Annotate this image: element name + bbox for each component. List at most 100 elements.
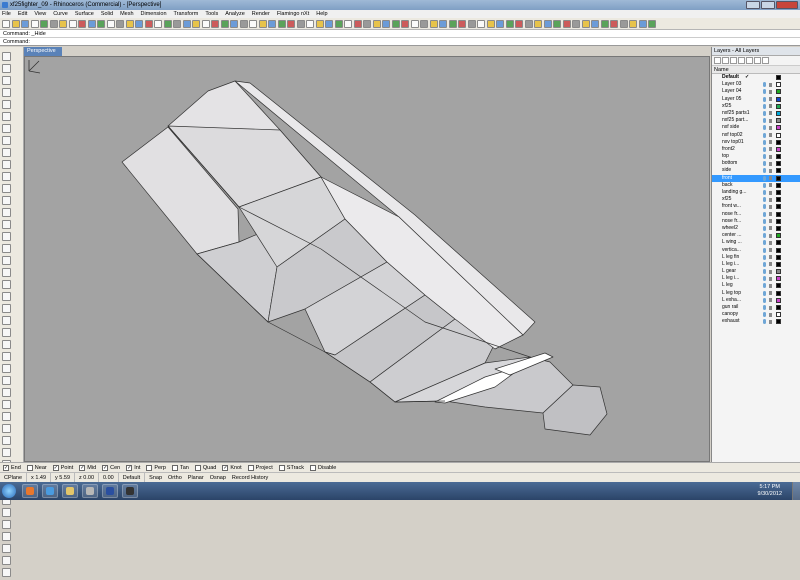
layer-color-swatch[interactable] — [776, 190, 781, 195]
status-toggle-record-history[interactable]: Record History — [232, 473, 268, 483]
layer-visibility-icon[interactable] — [763, 297, 766, 303]
layer-row[interactable]: xf25 — [712, 196, 800, 203]
toolbar-button-3[interactable] — [30, 19, 39, 28]
left-tool-button-23[interactable] — [2, 328, 11, 337]
toolbar-button-37[interactable] — [353, 19, 362, 28]
layer-visibility-icon[interactable] — [763, 110, 766, 116]
layer-lock-icon[interactable] — [769, 233, 772, 238]
toolbar-button-9[interactable] — [87, 19, 96, 28]
osnap-point[interactable]: ✓ Point — [52, 464, 73, 471]
layer-color-swatch[interactable] — [776, 319, 781, 325]
menu-item-render[interactable]: Render — [252, 11, 270, 17]
layer-lock-icon[interactable] — [769, 147, 772, 152]
layer-row[interactable]: exhaust — [712, 318, 800, 325]
toolbar-button-23[interactable] — [220, 19, 229, 28]
left-tool-button-8[interactable] — [2, 148, 11, 157]
current-layer[interactable]: Default — [119, 472, 146, 483]
viewport-tab[interactable]: Perspective — [24, 47, 62, 56]
layer-row[interactable]: L wing ... — [712, 239, 800, 246]
osnap-quad[interactable]: Quad — [194, 464, 216, 471]
layer-lock-icon[interactable] — [769, 97, 772, 102]
layer-row[interactable]: nxf25 part... — [712, 117, 800, 124]
left-tool-button-10[interactable] — [2, 172, 11, 181]
toolbar-button-56[interactable] — [534, 19, 542, 28]
layer-row[interactable]: Layer 04 — [712, 88, 800, 95]
toolbar-button-10[interactable] — [97, 19, 105, 28]
toolbar-button-48[interactable] — [458, 19, 466, 28]
left-tool-button-42[interactable] — [2, 556, 11, 565]
status-toggle-planar[interactable]: Planar — [188, 473, 204, 483]
toolbar-button-25[interactable] — [239, 19, 248, 28]
layer-lock-icon[interactable] — [769, 190, 772, 195]
layer-lock-icon[interactable] — [769, 248, 772, 252]
left-tool-button-4[interactable] — [2, 100, 11, 109]
start-orb-icon[interactable] — [2, 484, 16, 498]
layer-row[interactable]: L leg i... — [712, 275, 800, 282]
osnap-perp[interactable]: Perp — [146, 464, 166, 471]
layer-lock-icon[interactable] — [769, 125, 772, 130]
osnap-cen[interactable]: ✓ Cen — [102, 464, 120, 471]
menu-item-flamingo-nxt[interactable]: Flamingo nXt — [277, 11, 309, 17]
layer-row[interactable]: Layer 03 — [712, 81, 800, 88]
layer-visibility-icon[interactable] — [763, 269, 766, 275]
layer-lock-icon[interactable] — [769, 140, 772, 145]
toolbar-button-68[interactable] — [648, 19, 656, 28]
toolbar-button-63[interactable] — [600, 19, 609, 28]
toolbar-button-32[interactable] — [306, 19, 314, 28]
layer-lock-icon[interactable] — [769, 89, 772, 94]
layer-color-swatch[interactable] — [776, 175, 781, 181]
toolbar-button-42[interactable] — [401, 19, 409, 28]
left-tool-button-0[interactable] — [2, 52, 11, 61]
layer-row[interactable]: Layer 05 — [712, 96, 800, 103]
left-tool-button-30[interactable] — [2, 412, 11, 421]
left-tool-button-2[interactable] — [2, 76, 11, 85]
layer-visibility-icon[interactable] — [763, 89, 766, 95]
left-tool-button-17[interactable] — [2, 256, 11, 265]
left-tool-button-15[interactable] — [2, 232, 11, 241]
toolbar-button-26[interactable] — [249, 19, 257, 28]
layer-color-swatch[interactable] — [776, 269, 781, 275]
layer-lock-icon[interactable] — [769, 283, 772, 288]
osnap-checkbox[interactable] — [278, 464, 285, 471]
perspective-viewport[interactable] — [24, 56, 710, 462]
layer-visibility-icon[interactable] — [763, 211, 766, 217]
layer-visibility-icon[interactable] — [763, 190, 766, 195]
menu-item-file[interactable]: File — [2, 11, 11, 17]
layer-row[interactable]: side — [712, 167, 800, 174]
menu-item-surface[interactable]: Surface — [75, 11, 94, 17]
layer-color-swatch[interactable] — [776, 139, 781, 145]
layer-lock-icon[interactable] — [769, 133, 772, 137]
left-tool-button-14[interactable] — [2, 220, 11, 229]
layer-lock-icon[interactable] — [769, 276, 772, 281]
layer-visibility-icon[interactable] — [763, 132, 766, 138]
layer-row[interactable]: top — [712, 153, 800, 160]
toolbar-button-11[interactable] — [106, 19, 115, 28]
osnap-checkbox[interactable]: ✓ — [126, 464, 133, 471]
toolbar-button-17[interactable] — [163, 19, 172, 28]
layer-color-swatch[interactable] — [776, 89, 781, 95]
layer-color-swatch[interactable] — [776, 161, 781, 167]
layer-row[interactable]: nxf25 parts1 — [712, 110, 800, 117]
layer-visibility-icon[interactable] — [763, 305, 766, 310]
toolbar-button-55[interactable] — [524, 19, 533, 28]
toolbar-button-36[interactable] — [344, 19, 352, 28]
layer-visibility-icon[interactable] — [763, 146, 766, 152]
layer-color-swatch[interactable] — [776, 254, 781, 260]
layer-lock-icon[interactable] — [769, 312, 772, 317]
osnap-checkbox[interactable] — [171, 464, 178, 471]
layer-color-swatch[interactable] — [776, 146, 781, 152]
toolbar-button-19[interactable] — [182, 19, 191, 28]
layer-lock-icon[interactable] — [769, 262, 772, 267]
layer-visibility-icon[interactable] — [763, 319, 766, 325]
osnap-project[interactable]: Project — [247, 464, 273, 471]
osnap-int[interactable]: ✓ Int — [126, 464, 140, 471]
layer-lock-icon[interactable] — [769, 176, 772, 181]
layer-visibility-icon[interactable] — [763, 168, 766, 174]
layer-visibility-icon[interactable] — [763, 247, 766, 253]
toolbar-button-47[interactable] — [448, 19, 457, 28]
layer-visibility-icon[interactable] — [763, 125, 766, 131]
left-tool-button-19[interactable] — [2, 280, 11, 289]
toolbar-button-16[interactable] — [154, 19, 162, 28]
layer-color-swatch[interactable] — [776, 218, 781, 224]
toolbar-button-14[interactable] — [135, 19, 143, 28]
